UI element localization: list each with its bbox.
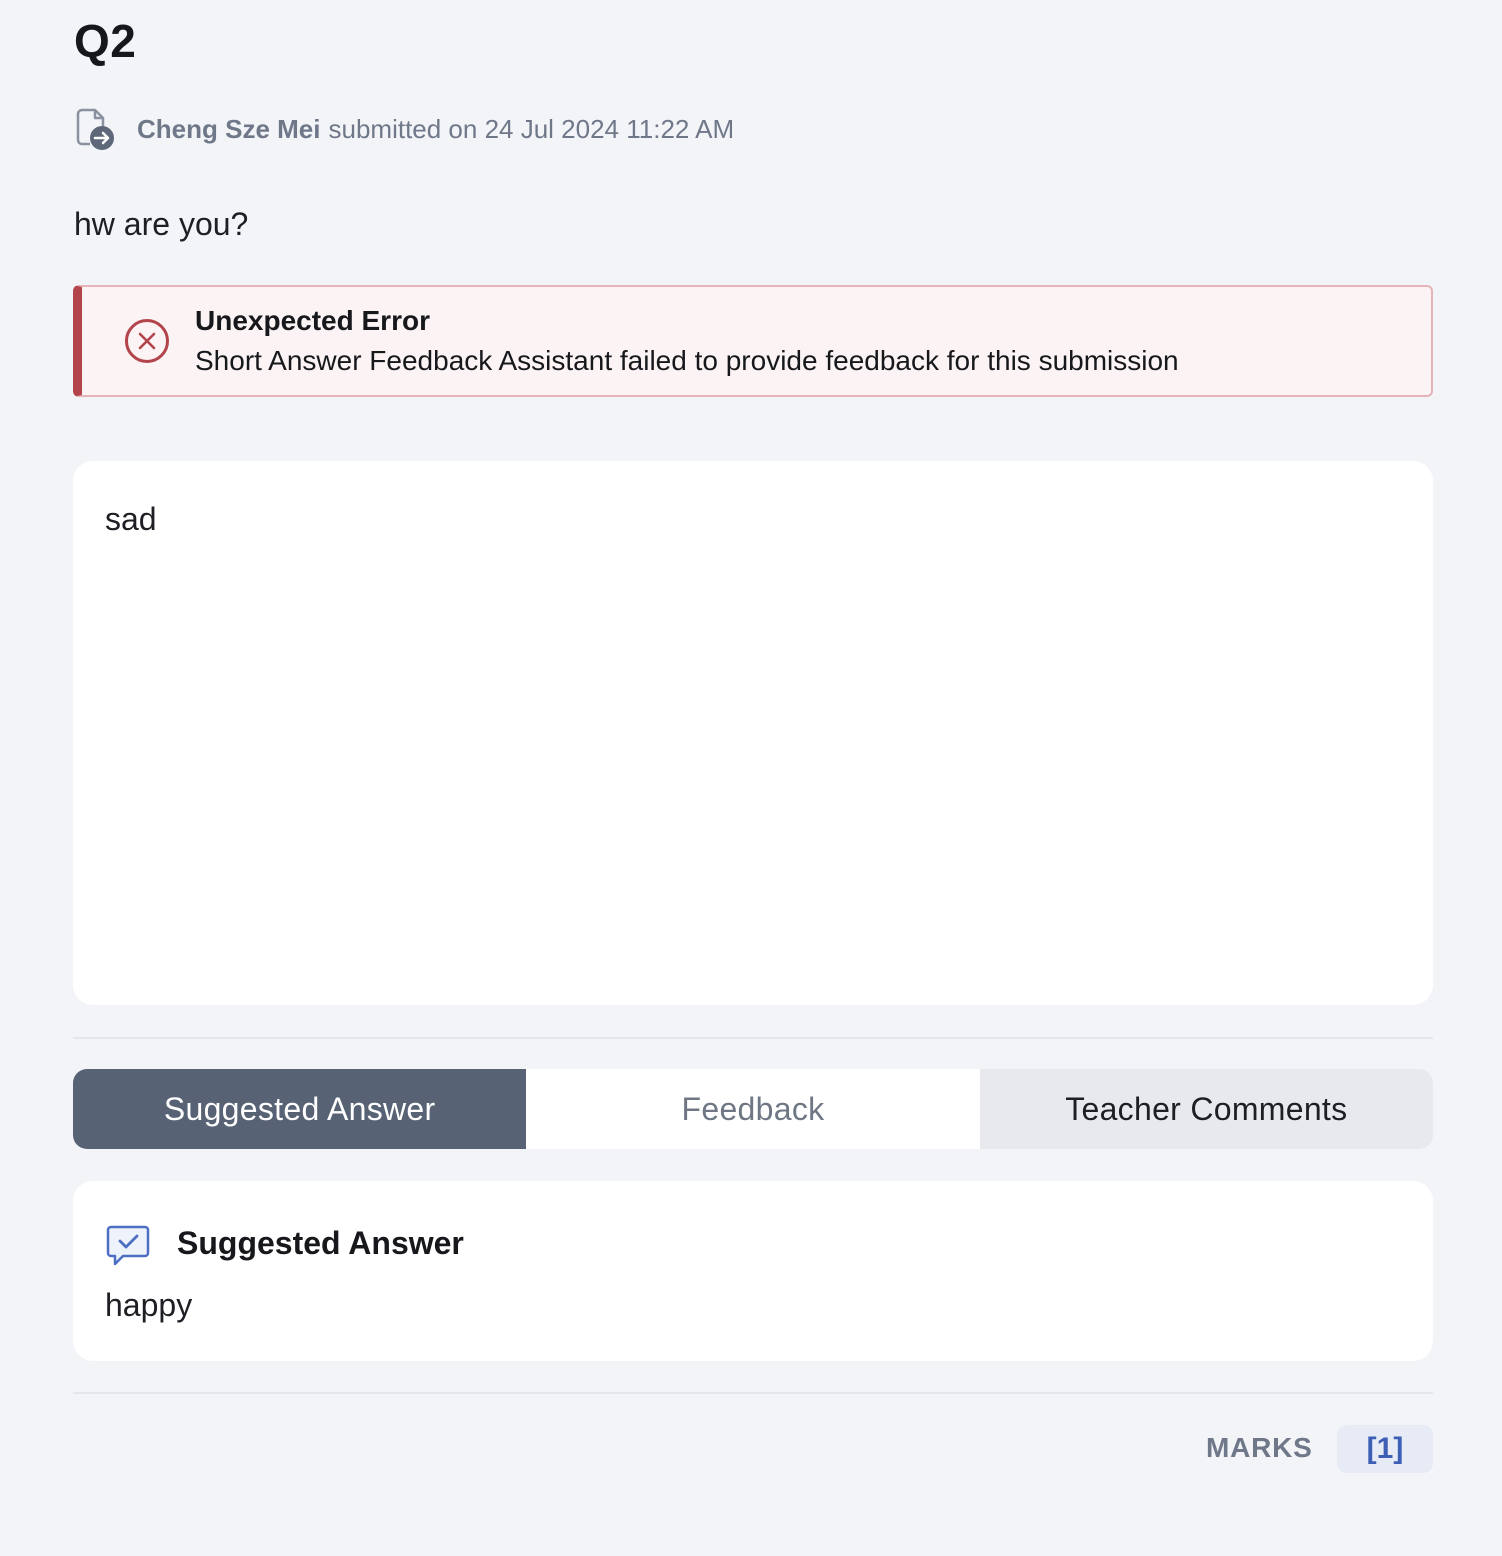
- answer-tabs: Suggested Answer Feedback Teacher Commen…: [73, 1069, 1433, 1149]
- marks-label: MARKS: [1206, 1432, 1313, 1463]
- question-text: hw are you?: [74, 206, 249, 242]
- x-circle-icon: [125, 319, 169, 363]
- chat-check-icon: [106, 1225, 150, 1266]
- error-title: Unexpected Error: [195, 305, 430, 336]
- marks-value: [1]: [1337, 1425, 1433, 1473]
- question-number: Q2: [74, 15, 137, 67]
- tab-feedback[interactable]: Feedback: [526, 1069, 980, 1149]
- tab-teacher-comments[interactable]: Teacher Comments: [979, 1069, 1433, 1149]
- student-answer-card: sad: [73, 461, 1433, 1005]
- submission-page: Q2 Cheng Sze Mei submitted on 24 Jul 202…: [0, 0, 1502, 1556]
- divider: [73, 1392, 1433, 1394]
- student-answer-text: sad: [105, 501, 157, 537]
- error-message: Short Answer Feedback Assistant failed t…: [195, 345, 1179, 376]
- divider: [73, 1037, 1433, 1039]
- error-alert: Unexpected Error Short Answer Feedback A…: [73, 285, 1433, 397]
- suggested-answer-title: Suggested Answer: [177, 1225, 464, 1261]
- suggested-answer-text: happy: [105, 1287, 193, 1323]
- document-submit-icon: [76, 108, 114, 150]
- suggested-answer-card: Suggested Answer happy: [73, 1181, 1433, 1361]
- student-name: Cheng Sze Mei: [137, 113, 321, 144]
- submission-meta: Cheng Sze Mei submitted on 24 Jul 2024 1…: [74, 106, 734, 152]
- tab-suggested-answer[interactable]: Suggested Answer: [73, 1069, 527, 1149]
- submitted-date: submitted on 24 Jul 2024 11:22 AM: [328, 113, 735, 144]
